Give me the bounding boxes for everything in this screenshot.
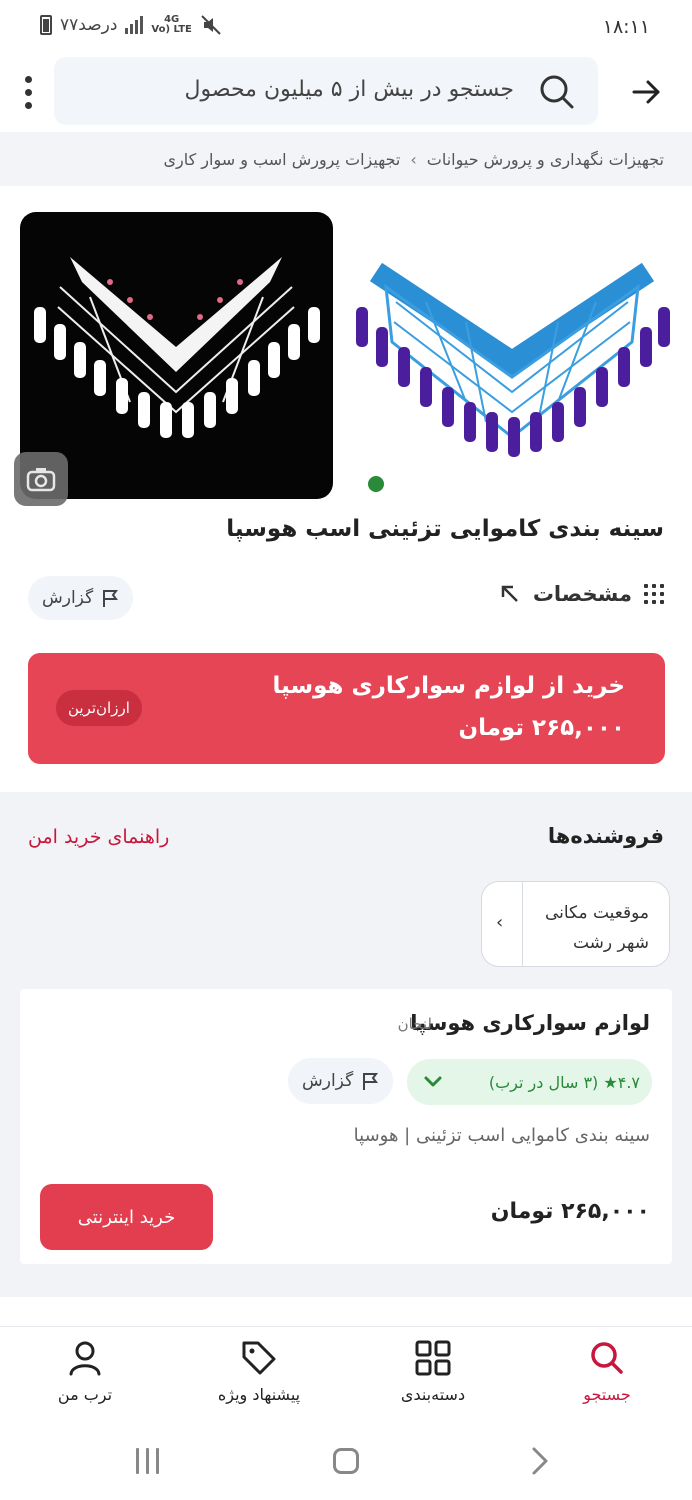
product-image-blue[interactable]	[346, 212, 678, 500]
report-label: گزارش	[42, 588, 94, 608]
online-buy-button[interactable]: خرید اینترنتی	[40, 1184, 213, 1250]
arrow-up-left-icon	[501, 585, 518, 602]
camera-search-icon[interactable]	[14, 452, 68, 506]
location-filter[interactable]: موقعیت مکانی شهر رشت ‹	[481, 881, 670, 967]
specs-button[interactable]: مشخصات	[499, 582, 664, 606]
nav-special-offer-label: پیشنهاد ویژه	[217, 1385, 301, 1404]
back-arrow-icon[interactable]	[624, 70, 668, 114]
breadcrumb-item-horse[interactable]: تجهیزات پرورش اسب و سوار کاری	[163, 150, 400, 169]
seller-name[interactable]: لوازم سوارکاری هوسپا	[410, 1011, 650, 1035]
search-icon	[591, 1342, 623, 1374]
location-text: موقعیت مکانی شهر رشت	[545, 898, 649, 958]
product-image-white[interactable]	[20, 212, 333, 499]
nav-my-torob[interactable]: ترب من	[20, 1339, 150, 1404]
search-icon	[538, 73, 576, 115]
report-button[interactable]: گزارش	[28, 576, 134, 620]
rating-text: ۴.۷★ (۳ سال در ترب)	[488, 1072, 640, 1092]
nav-categories[interactable]: دسته‌بندی	[368, 1339, 498, 1404]
product-title: سینه بندی کاموایی تزئینی اسب هوسپا	[226, 516, 664, 542]
breadcrumb: تجهیزات نگهداری و پرورش حیوانات › تجهیزا…	[0, 132, 692, 186]
brand-logo-icon	[368, 476, 384, 492]
status-left: ۷۷درصد 4G Vo) LTE	[40, 14, 222, 36]
seller-rating[interactable]: ۴.۷★ (۳ سال در ترب)	[407, 1059, 652, 1105]
location-divider	[522, 882, 523, 966]
offer-price: ۲۶۵,۰۰۰ تومان	[490, 1199, 650, 1224]
specs-label: مشخصات	[532, 582, 632, 606]
breadcrumb-item-animals[interactable]: تجهیزات نگهداری و پرورش حیوانات	[427, 150, 664, 169]
system-nav-bar	[0, 1422, 692, 1500]
nav-categories-label: دسته‌بندی	[400, 1385, 466, 1404]
tag-icon	[242, 1341, 276, 1375]
search-placeholder: جستجو در بیش از ۵ میلیون محصول	[184, 77, 514, 102]
mute-icon	[201, 15, 221, 35]
battery-text: ۷۷درصد	[60, 15, 118, 35]
seller-card: لوازم سوارکاری هوسپا لنجان ۴.۷★ (۳ سال د…	[20, 989, 672, 1264]
nav-special-offer[interactable]: پیشنهاد ویژه	[194, 1339, 324, 1404]
chevron-down-icon	[424, 1076, 442, 1087]
location-label: موقعیت مکانی	[544, 903, 649, 923]
cheapest-badge: ارزان‌ترین	[56, 690, 142, 726]
grid-icon	[415, 1340, 451, 1376]
network-lte: Vo) LTE	[151, 24, 192, 35]
buy-banner-price: ۲۶۵,۰۰۰ تومان	[458, 715, 625, 741]
sellers-section: فروشنده‌ها راهنمای خرید امن موقعیت مکانی…	[0, 792, 692, 1297]
seller-city: لنجان	[397, 1015, 432, 1033]
system-back-icon[interactable]	[528, 1446, 550, 1476]
status-bar: ۷۷درصد 4G Vo) LTE ۱۸:۱۱	[0, 0, 692, 56]
nav-my-torob-label: ترب من	[57, 1385, 113, 1404]
buy-banner-title: خرید از لوازم سوارکاری هوسپا	[272, 673, 625, 699]
offer-description: سینه بندی کاموایی اسب تزئینی | هوسپا	[353, 1125, 650, 1146]
nav-search[interactable]: جستجو	[542, 1339, 672, 1404]
location-value: شهر رشت	[572, 933, 649, 953]
sellers-heading: فروشنده‌ها	[547, 824, 664, 848]
search-input[interactable]: جستجو در بیش از ۵ میلیون محصول	[54, 57, 598, 125]
breadcrumb-separator: ›	[410, 149, 417, 169]
search-header: جستجو در بیش از ۵ میلیون محصول	[0, 56, 692, 132]
home-icon[interactable]	[333, 1448, 359, 1474]
nav-search-label: جستجو	[583, 1385, 631, 1404]
chevron-left-icon: ‹	[496, 912, 504, 933]
network-type: 4G Vo) LTE	[151, 15, 191, 35]
safe-buy-guide-link[interactable]: راهنمای خرید امن	[28, 826, 169, 848]
seller-report-button[interactable]: گزارش	[288, 1058, 394, 1104]
buy-banner[interactable]: خرید از لوازم سوارکاری هوسپا ۲۶۵,۰۰۰ توم…	[28, 653, 665, 764]
recent-apps-icon[interactable]	[136, 1448, 159, 1474]
seller-report-label: گزارش	[302, 1071, 354, 1091]
battery-icon	[40, 15, 52, 35]
flag-icon	[363, 1073, 379, 1090]
clock: ۱۸:۱۱	[602, 16, 650, 38]
flag-icon	[103, 590, 119, 607]
signal-icon	[125, 16, 144, 34]
grid-dots-icon	[644, 584, 664, 604]
bottom-nav: جستجو دسته‌بندی پیشنهاد ویژه ترب من	[0, 1326, 692, 1422]
more-options-icon[interactable]	[14, 70, 42, 114]
user-icon	[69, 1341, 101, 1376]
product-gallery	[0, 212, 692, 506]
